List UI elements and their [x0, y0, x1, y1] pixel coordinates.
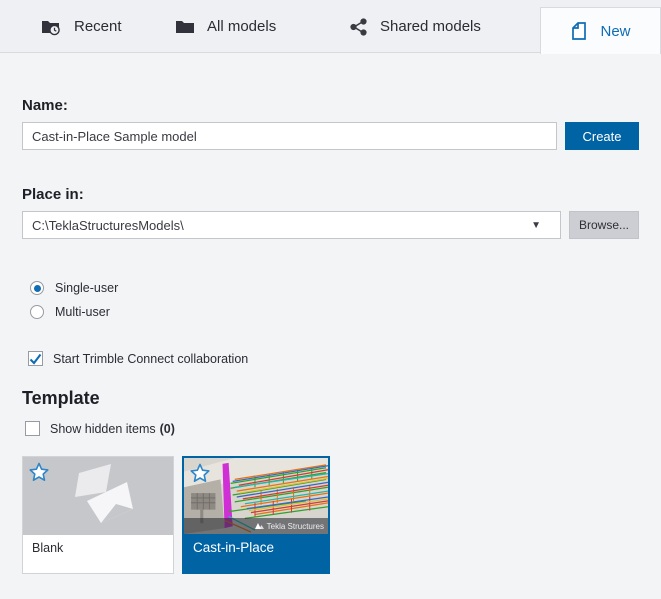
tab-all-models-label: All models — [207, 18, 276, 35]
single-user-radio[interactable] — [30, 281, 44, 295]
place-in-dropdown[interactable]: C:\TeklaStructuresModels\ ▼ — [22, 211, 561, 239]
new-model-form: Name: Create Place in: C:\TeklaStructure… — [0, 53, 661, 599]
share-icon — [350, 18, 368, 36]
new-document-icon — [570, 21, 588, 41]
tab-recent[interactable]: Recent — [40, 0, 122, 53]
template-card-label: Blank — [23, 535, 173, 573]
favorite-star-icon[interactable] — [190, 463, 210, 488]
trimble-connect-option[interactable]: Start Trimble Connect collaboration — [28, 351, 639, 366]
show-hidden-items-label: Show hidden items(0) — [50, 422, 175, 436]
show-hidden-items-count: (0) — [160, 422, 175, 436]
template-card-cast-in-place[interactable]: Tekla Structures Cast-in-Place — [182, 456, 330, 574]
cast-in-place-thumbnail: Tekla Structures — [184, 458, 328, 534]
tab-bar: Recent All models — [0, 0, 661, 53]
chevron-down-icon[interactable]: ▼ — [531, 220, 551, 231]
new-model-dialog: Recent All models — [0, 0, 661, 599]
tab-shared-models[interactable]: Shared models — [350, 0, 481, 53]
favorite-star-icon[interactable] — [29, 462, 49, 487]
tab-new[interactable]: New — [540, 7, 661, 54]
template-card-blank[interactable]: Blank — [22, 456, 174, 574]
checkmark-icon — [29, 353, 42, 365]
trimble-connect-label: Start Trimble Connect collaboration — [53, 352, 248, 366]
single-user-option[interactable]: Single-user — [30, 281, 639, 295]
multi-user-radio[interactable] — [30, 305, 44, 319]
tekla-watermark: Tekla Structures — [184, 518, 328, 534]
single-user-label: Single-user — [55, 281, 118, 295]
folder-icon — [175, 18, 195, 36]
multi-user-label: Multi-user — [55, 305, 110, 319]
tab-all-models[interactable]: All models — [175, 0, 276, 53]
trimble-connect-checkbox[interactable] — [28, 351, 43, 366]
tab-shared-models-label: Shared models — [380, 18, 481, 35]
template-card-label: Cast-in-Place — [184, 534, 328, 572]
place-in-value: C:\TeklaStructuresModels\ — [32, 218, 531, 233]
model-name-input[interactable] — [22, 122, 557, 150]
user-mode-group: Single-user Multi-user — [30, 281, 639, 319]
blank-template-thumbnail — [23, 457, 173, 535]
create-button[interactable]: Create — [565, 122, 639, 150]
tab-recent-label: Recent — [74, 18, 122, 35]
template-card-list: Blank — [22, 456, 639, 574]
trimble-logo-icon — [255, 523, 264, 530]
show-hidden-items-option[interactable]: Show hidden items(0) — [25, 421, 639, 436]
show-hidden-items-checkbox[interactable] — [25, 421, 40, 436]
template-section-title: Template — [22, 388, 639, 409]
name-label: Name: — [22, 97, 639, 114]
browse-button[interactable]: Browse... — [569, 211, 639, 239]
watermark-text: Tekla Structures — [267, 522, 324, 531]
recent-folder-clock-icon — [40, 17, 62, 37]
place-in-label: Place in: — [22, 186, 639, 203]
tab-new-label: New — [600, 23, 630, 40]
multi-user-option[interactable]: Multi-user — [30, 305, 639, 319]
